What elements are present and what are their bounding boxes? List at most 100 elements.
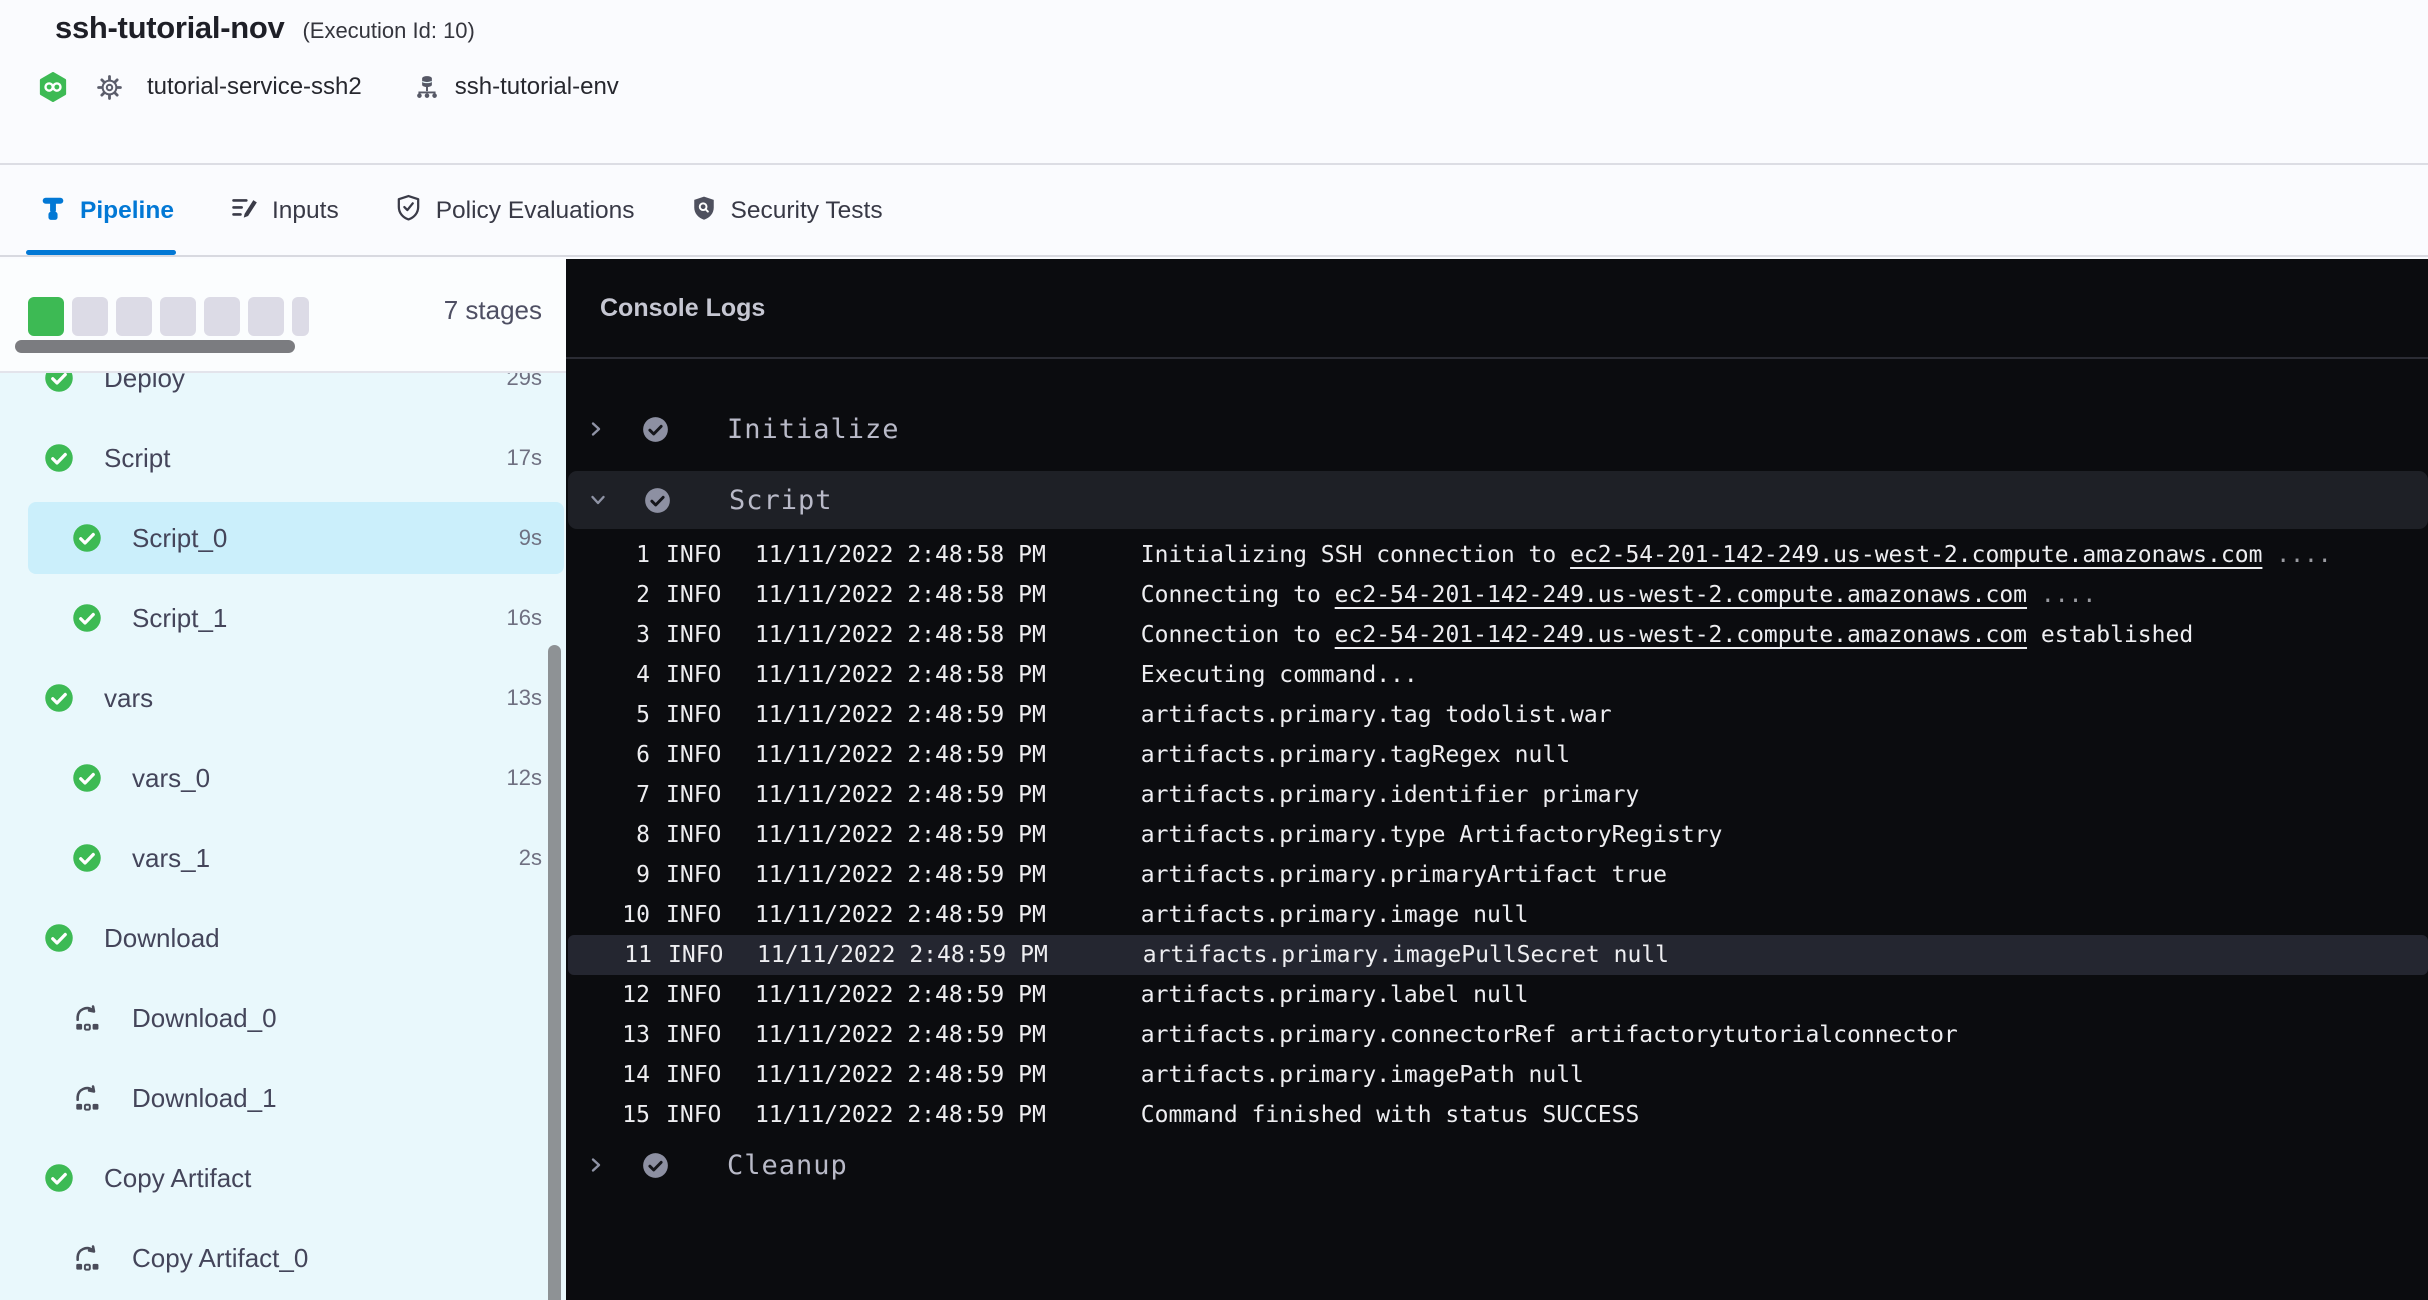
pipeline-icon xyxy=(40,195,66,228)
log-line-number: 9 xyxy=(566,862,650,888)
log-line-15: 15INFO11/11/2022 2:48:59 PMCommand finis… xyxy=(566,1095,2428,1135)
log-line-6: 6INFO11/11/2022 2:48:59 PMartifacts.prim… xyxy=(566,735,2428,775)
log-level: INFO xyxy=(666,1102,722,1128)
stage-row-script[interactable]: Script 17s xyxy=(0,418,566,498)
inputs-icon xyxy=(230,194,258,229)
log-host-link[interactable]: ec2-54-201-142-249.us-west-2.compute.ama… xyxy=(1335,582,2027,608)
stages-horizontal-scrollbar[interactable] xyxy=(15,340,295,353)
log-line-number: 4 xyxy=(566,662,650,688)
stage-duration: 13s xyxy=(507,685,542,711)
log-line-number: 13 xyxy=(566,1022,650,1048)
service-gear-icon xyxy=(96,74,123,101)
log-host-link[interactable]: ec2-54-201-142-249.us-west-2.compute.ama… xyxy=(1570,542,2262,568)
log-line-number: 10 xyxy=(566,902,650,928)
log-section-script[interactable]: Script xyxy=(568,471,2428,529)
tab-pipeline[interactable]: Pipeline xyxy=(40,167,174,255)
stage-row-copy-artifact-0[interactable]: Copy Artifact_0 xyxy=(0,1218,566,1298)
log-line-13: 13 INFO 11/11/2022 2:48:59 PM artifacts.pri… xyxy=(566,1015,2428,1055)
stage-list-scrollbar[interactable] xyxy=(548,645,561,1300)
stage-row-copy-artifact[interactable]: Copy Artifact xyxy=(0,1138,566,1218)
console-logs-header: Console Logs xyxy=(566,259,2428,359)
log-text: artifacts.primary.imagePath null xyxy=(1141,1062,1584,1088)
log-timestamp: 11/11/2022 2:48:59 PM xyxy=(755,902,1046,928)
stage-row-vars-1[interactable]: vars_1 2s xyxy=(0,818,566,898)
log-text: .... xyxy=(2262,542,2331,568)
tab-policy-evaluations[interactable]: Policy Evaluations xyxy=(395,167,635,255)
log-text: Executing command... xyxy=(1141,662,1418,688)
log-text: artifacts.primary.identifier primary xyxy=(1141,782,1640,808)
service-name[interactable]: tutorial-service-ssh2 xyxy=(147,73,362,101)
log-text: Initializing SSH connection to xyxy=(1141,542,1570,568)
chevron-down-icon[interactable] xyxy=(588,490,608,510)
stage-label: vars_1 xyxy=(132,843,210,874)
log-line-7: 7INFO11/11/2022 2:48:59 PMartifacts.prim… xyxy=(566,775,2428,815)
stage-row-script-0[interactable]: Script_09s xyxy=(0,498,566,578)
stage-label: Script xyxy=(104,443,170,474)
log-message: artifacts.primary.type ArtifactoryRegist… xyxy=(1141,822,1723,848)
gray-check-icon xyxy=(642,1152,669,1179)
stage-label: Deploy xyxy=(104,373,185,394)
stage-row-script-1[interactable]: Script_116s xyxy=(0,578,566,658)
stage-row-deploy[interactable]: Deploy29s xyxy=(0,373,566,418)
log-message: Initializing SSH connection to ec2-54-20… xyxy=(1141,542,2332,568)
stage-label: vars_0 xyxy=(132,763,210,794)
stage-label: Script_1 xyxy=(132,603,227,634)
log-section-cleanup[interactable]: Cleanup xyxy=(566,1137,2428,1193)
log-timestamp: 11/11/2022 2:48:59 PM xyxy=(755,862,1046,888)
log-level: INFO xyxy=(668,942,724,968)
log-lines: 1INFO11/11/2022 2:48:58 PMInitializing S… xyxy=(566,535,2428,1135)
stage-progress-block xyxy=(248,297,284,336)
log-timestamp: 11/11/2022 2:48:58 PM xyxy=(755,582,1046,608)
page-title: ssh-tutorial-nov xyxy=(55,10,284,46)
tab-label: Inputs xyxy=(272,197,339,225)
log-message: artifacts.primary.connectorRef artifacto… xyxy=(1141,1022,1958,1048)
stage-row-vars[interactable]: vars13s xyxy=(0,658,566,738)
log-line-number: 7 xyxy=(566,782,650,808)
log-host-link[interactable]: ec2-54-201-142-249.us-west-2.compute.ama… xyxy=(1335,622,2027,648)
stage-duration: 17s xyxy=(507,445,542,471)
chevron-right-icon[interactable] xyxy=(586,419,606,439)
tab-security-tests[interactable]: Security Tests xyxy=(691,167,883,255)
title-row: ssh-tutorial-nov (Execution Id: 10) xyxy=(55,10,475,46)
log-level: INFO xyxy=(666,702,722,728)
log-level: INFO xyxy=(666,662,722,688)
log-line-5: 5INFO11/11/2022 2:48:59 PMartifacts.prim… xyxy=(566,695,2428,735)
tab-label: Policy Evaluations xyxy=(436,197,635,225)
stage-row-download-0[interactable]: Download_0 xyxy=(0,978,566,1058)
environment-name[interactable]: ssh-tutorial-env xyxy=(455,73,619,101)
log-timestamp: 11/11/2022 2:48:59 PM xyxy=(755,1022,1046,1048)
log-level: INFO xyxy=(666,902,722,928)
stage-label: Download_1 xyxy=(132,1083,277,1114)
log-section-initialize[interactable]: Initialize xyxy=(566,401,2428,457)
log-text: artifacts.primary.image null xyxy=(1141,902,1529,928)
success-check-icon xyxy=(44,683,74,713)
log-message: artifacts.primary.image null xyxy=(1141,902,1529,928)
log-timestamp: 11/11/2022 2:48:59 PM xyxy=(755,982,1046,1008)
log-level: INFO xyxy=(666,1022,722,1048)
log-line-number: 6 xyxy=(566,742,650,768)
stage-progress-blocks xyxy=(28,297,309,336)
service-env-row: tutorial-service-ssh2 ssh-tutorial-env xyxy=(38,72,619,102)
log-level: INFO xyxy=(666,582,722,608)
success-check-icon xyxy=(44,923,74,953)
chevron-right-icon[interactable] xyxy=(586,1155,606,1175)
log-timestamp: 11/11/2022 2:48:59 PM xyxy=(755,742,1046,768)
stage-label: Download xyxy=(104,923,220,954)
log-timestamp: 11/11/2022 2:48:59 PM xyxy=(755,822,1046,848)
stage-duration: 2s xyxy=(519,845,542,871)
tab-inputs[interactable]: Inputs xyxy=(230,167,339,255)
execution-tabbar: Pipeline Inputs Policy Evaluations Secur… xyxy=(0,167,2428,257)
log-message: artifacts.primary.tagRegex null xyxy=(1141,742,1570,768)
log-section-name: Script xyxy=(729,485,833,516)
stage-duration: 9s xyxy=(519,525,542,551)
gray-check-icon xyxy=(642,416,669,443)
success-check-icon xyxy=(44,443,74,473)
stage-row-download-1[interactable]: Download_1 xyxy=(0,1058,566,1138)
stage-row-vars-0[interactable]: vars_012s xyxy=(0,738,566,818)
log-text: Connection to xyxy=(1141,622,1335,648)
log-text: artifacts.primary.imagePullSecret null xyxy=(1143,942,1669,968)
stage-row-download[interactable]: Download xyxy=(0,898,566,978)
log-line-number: 12 xyxy=(566,982,650,1008)
log-level: INFO xyxy=(666,782,722,808)
repeat-icon xyxy=(72,1003,102,1033)
